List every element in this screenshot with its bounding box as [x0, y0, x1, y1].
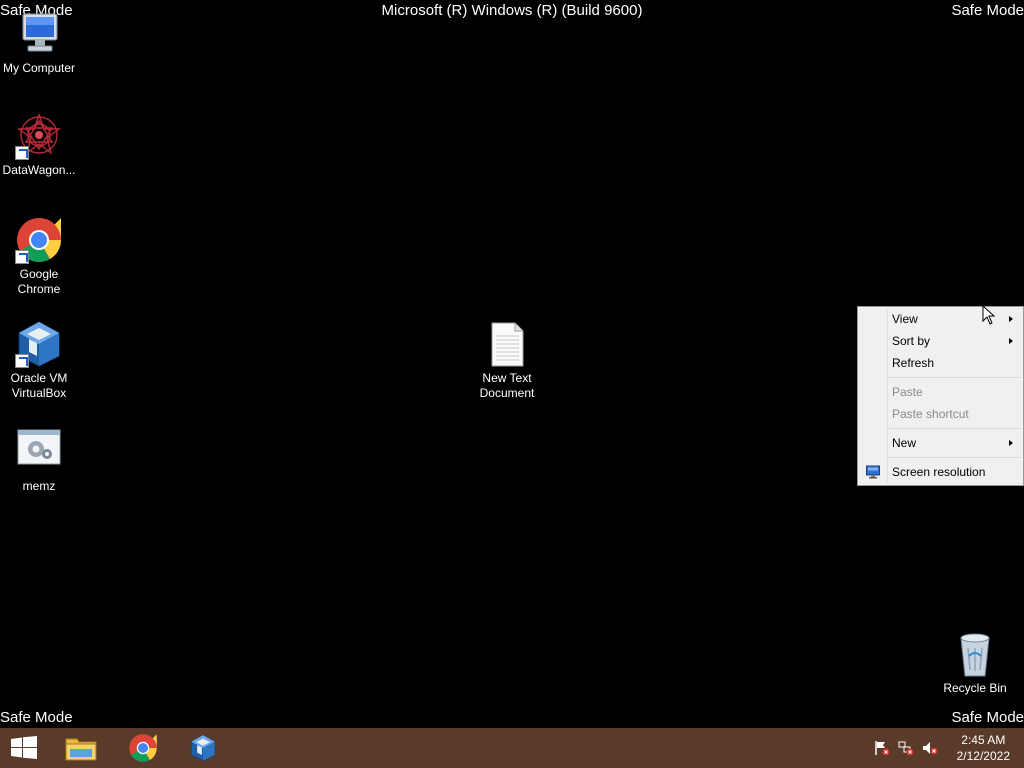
menu-item-label: Screen resolution	[892, 465, 986, 479]
label-line: New Text	[482, 371, 532, 385]
label-line: Google	[19, 267, 59, 281]
taskbar-chrome-button[interactable]	[115, 728, 171, 768]
taskbar: 2:45 AM 2/12/2022	[0, 728, 1024, 768]
menu-item-label: Paste	[892, 385, 923, 399]
start-button[interactable]	[0, 728, 56, 768]
label-line: Chrome	[17, 282, 61, 296]
network-disconnected-icon[interactable]	[898, 740, 914, 756]
text-file-icon	[483, 320, 531, 368]
submenu-arrow-icon	[1009, 440, 1013, 446]
chrome-icon	[129, 734, 157, 762]
menu-separator	[889, 428, 1021, 429]
menu-item-paste-shortcut: Paste shortcut	[860, 404, 1021, 424]
menu-item-paste: Paste	[860, 382, 1021, 402]
virtualbox-icon	[15, 320, 63, 368]
menu-item-label: Refresh	[892, 356, 935, 370]
menu-item-label: New	[892, 436, 917, 450]
windows-logo-icon	[11, 736, 37, 759]
desktop-icon-label: Oracle VM VirtualBox	[0, 371, 79, 401]
folder-icon	[65, 738, 97, 761]
submenu-arrow-icon	[1009, 316, 1013, 322]
menu-item-label: Paste shortcut	[892, 407, 969, 421]
menu-item-screen-resolution[interactable]: Screen resolution	[860, 462, 1021, 482]
desktop-icon-label: My Computer	[2, 61, 76, 75]
computer-icon	[15, 10, 63, 58]
clock-time: 2:45 AM	[961, 733, 1006, 747]
action-center-flag-icon[interactable]	[874, 740, 890, 756]
menu-item-view[interactable]: View	[860, 309, 1021, 329]
desktop-icon-my-computer[interactable]: My Computer	[0, 10, 79, 76]
desktop-icon-label: Google Chrome	[0, 267, 79, 297]
desktop-icon-new-text-document[interactable]: New Text Document	[467, 320, 547, 401]
volume-muted-icon[interactable]	[922, 740, 938, 756]
submenu-arrow-icon	[1009, 338, 1013, 344]
menu-item-refresh[interactable]: Refresh	[860, 353, 1021, 373]
batch-file-icon	[15, 428, 63, 476]
taskbar-file-explorer-button[interactable]	[55, 728, 111, 768]
desktop-context-menu: View Sort by Refresh Paste Paste shortcu…	[857, 306, 1024, 486]
safe-mode-label-bottom-left: Safe Mode	[0, 709, 73, 726]
recycle-bin-icon	[951, 630, 999, 678]
datawagon-logo-icon	[15, 112, 63, 160]
desktop-icon-google-chrome[interactable]: Google Chrome	[0, 216, 79, 297]
virtualbox-icon	[191, 734, 215, 762]
menu-item-sort-by[interactable]: Sort by	[860, 331, 1021, 351]
taskbar-virtualbox-button[interactable]	[175, 728, 231, 768]
menu-item-label: View	[892, 312, 918, 326]
shortcut-arrow-icon	[15, 354, 29, 368]
desktop-icon-recycle-bin[interactable]: Recycle Bin	[935, 630, 1015, 696]
monitor-icon	[866, 465, 880, 485]
desktop-icon-label: memz	[22, 479, 56, 493]
safe-mode-label-top-right: Safe Mode	[951, 2, 1024, 19]
safe-mode-label-bottom-right: Safe Mode	[951, 709, 1024, 726]
clock-date: 2/12/2022	[956, 749, 1010, 763]
desktop-icon-label: New Text Document	[467, 371, 547, 401]
menu-item-label: Sort by	[892, 334, 931, 348]
chrome-icon	[15, 216, 63, 264]
mouse-cursor-icon	[982, 304, 996, 330]
shortcut-arrow-icon	[15, 250, 29, 264]
taskbar-clock[interactable]: 2:45 AM 2/12/2022	[957, 732, 1010, 764]
label-line: VirtualBox	[11, 386, 67, 400]
label-line: Document	[479, 386, 535, 400]
shortcut-arrow-icon	[15, 146, 29, 160]
desktop-icon-label: Recycle Bin	[943, 681, 1007, 695]
menu-item-new[interactable]: New	[860, 433, 1021, 453]
desktop-icon-memz[interactable]: memz	[0, 428, 79, 494]
desktop-icon-label: DataWagon...	[2, 163, 76, 177]
desktop-icon-virtualbox[interactable]: Oracle VM VirtualBox	[0, 320, 79, 401]
desktop[interactable]: Safe Mode Microsoft (R) Windows (R) (Bui…	[0, 0, 1024, 728]
windows-build-label: Microsoft (R) Windows (R) (Build 9600)	[381, 2, 643, 19]
menu-separator	[889, 457, 1021, 458]
menu-separator	[889, 377, 1021, 378]
label-line: Oracle VM	[10, 371, 68, 385]
desktop-icon-datawagon[interactable]: DataWagon...	[0, 112, 79, 178]
